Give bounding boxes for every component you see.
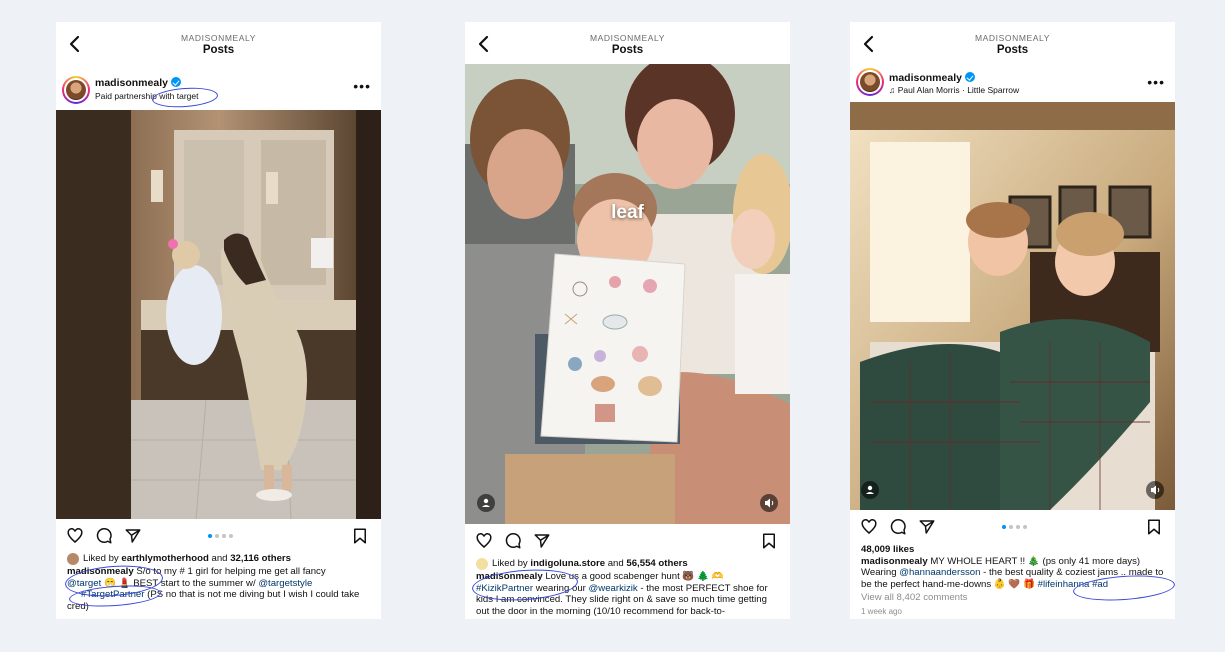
carousel-dots [1002, 525, 1027, 529]
post-header: MADISONMEALY Posts [56, 22, 381, 64]
post-header: MADISONMEALY Posts [850, 22, 1175, 64]
overlay-caption: leaf [611, 202, 644, 223]
caption: madisonmealy MY WHOLE HEART !! 🎄 (ps onl… [861, 556, 1175, 604]
share-icon[interactable] [918, 518, 936, 536]
avatar[interactable] [856, 68, 884, 96]
caption: madisonmealy S/o to my # 1 girl for help… [64, 562, 370, 612]
mention-link[interactable]: @wearkizik [589, 583, 638, 594]
user-tag-icon[interactable] [477, 494, 495, 512]
sound-icon[interactable] [760, 494, 778, 512]
family-photo [465, 64, 790, 524]
liker-avatar [476, 558, 488, 570]
action-bar [56, 519, 381, 553]
post-profile-row: madisonmealy ♫ Paul Alan Morris · Little… [850, 64, 1175, 102]
mention-link[interactable]: @target [67, 578, 101, 589]
heart-icon[interactable] [860, 518, 878, 536]
children-pajamas-photo [850, 102, 1175, 510]
verified-badge-icon [170, 77, 181, 87]
header-username: MADISONMEALY [589, 33, 666, 43]
carousel-dots [208, 534, 233, 538]
header-username: MADISONMEALY [180, 33, 257, 43]
likes-row[interactable]: Liked by earthlymotherhood and 32,116 ot… [67, 553, 370, 565]
post-meta: Liked by earthlymotherhood and 32,116 ot… [56, 553, 381, 612]
post-header: MADISONMEALY Posts [465, 22, 790, 64]
post-meta: Liked by indigoluna.store and 56,554 oth… [465, 558, 790, 617]
heart-icon[interactable] [66, 527, 84, 545]
hashtag-link[interactable]: #TargetPartner [81, 589, 144, 600]
paid-partnership-label[interactable]: Paid partnership with target [95, 91, 198, 101]
more-options-icon[interactable]: ••• [353, 79, 371, 93]
comment-icon[interactable] [504, 532, 522, 550]
post-card-1: MADISONMEALY Posts madisonmealy Paid par… [56, 22, 381, 619]
action-bar [465, 524, 790, 558]
action-bar [850, 510, 1175, 544]
heart-icon[interactable] [475, 532, 493, 550]
sound-icon[interactable] [1146, 481, 1164, 499]
comment-icon[interactable] [889, 518, 907, 536]
hashtag-link[interactable]: #ad [1092, 579, 1108, 590]
post-photo[interactable] [56, 110, 381, 519]
hashtag-link[interactable]: #lifeinhanna [1038, 579, 1090, 590]
post-meta: 48,009 likes madisonmealy MY WHOLE HEART… [850, 544, 1175, 617]
header-username: MADISONMEALY [974, 33, 1051, 43]
page-title: Posts [611, 44, 644, 56]
mention-link[interactable]: @hannaandersson [899, 567, 980, 578]
bookmark-icon[interactable] [351, 527, 369, 545]
more-options-icon[interactable]: ••• [1147, 75, 1165, 89]
view-comments-link[interactable]: View all 8,402 comments [861, 592, 1164, 604]
page-title: Posts [202, 44, 235, 56]
bookmark-icon[interactable] [1145, 518, 1163, 536]
hashtag-link[interactable]: #KizikPartner [476, 583, 533, 594]
audio-track[interactable]: ♫ Paul Alan Morris · Little Sparrow [889, 85, 1019, 95]
post-card-2: MADISONMEALY Posts leaf Liked by indigol… [465, 22, 790, 619]
bathroom-photo [56, 110, 381, 519]
music-note-icon: ♫ [889, 85, 896, 95]
liker-avatar [67, 553, 79, 565]
profile-name[interactable]: madisonmealy [95, 77, 181, 89]
comment-icon[interactable] [95, 527, 113, 545]
avatar[interactable] [62, 76, 90, 104]
mention-link[interactable]: @targetstyle [258, 578, 312, 589]
post-profile-row: madisonmealy Paid partnership with targe… [56, 64, 381, 110]
likes-row[interactable]: Liked by indigoluna.store and 56,554 oth… [476, 558, 779, 570]
page-title: Posts [996, 44, 1029, 56]
bookmark-icon[interactable] [760, 532, 778, 550]
caption: madisonmealy Love us a good scabenger hu… [471, 566, 779, 617]
share-icon[interactable] [533, 532, 551, 550]
user-tag-icon[interactable] [861, 481, 879, 499]
verified-badge-icon [964, 72, 975, 82]
post-card-3: MADISONMEALY Posts madisonmealy ♫ Paul A… [850, 22, 1175, 619]
likes-count[interactable]: 48,009 likes [861, 544, 1164, 556]
share-icon[interactable] [124, 527, 142, 545]
post-photo[interactable]: leaf [465, 64, 790, 524]
post-timestamp: 1 week ago [861, 606, 902, 616]
post-photo[interactable] [850, 102, 1175, 510]
profile-name[interactable]: madisonmealy [889, 72, 975, 84]
